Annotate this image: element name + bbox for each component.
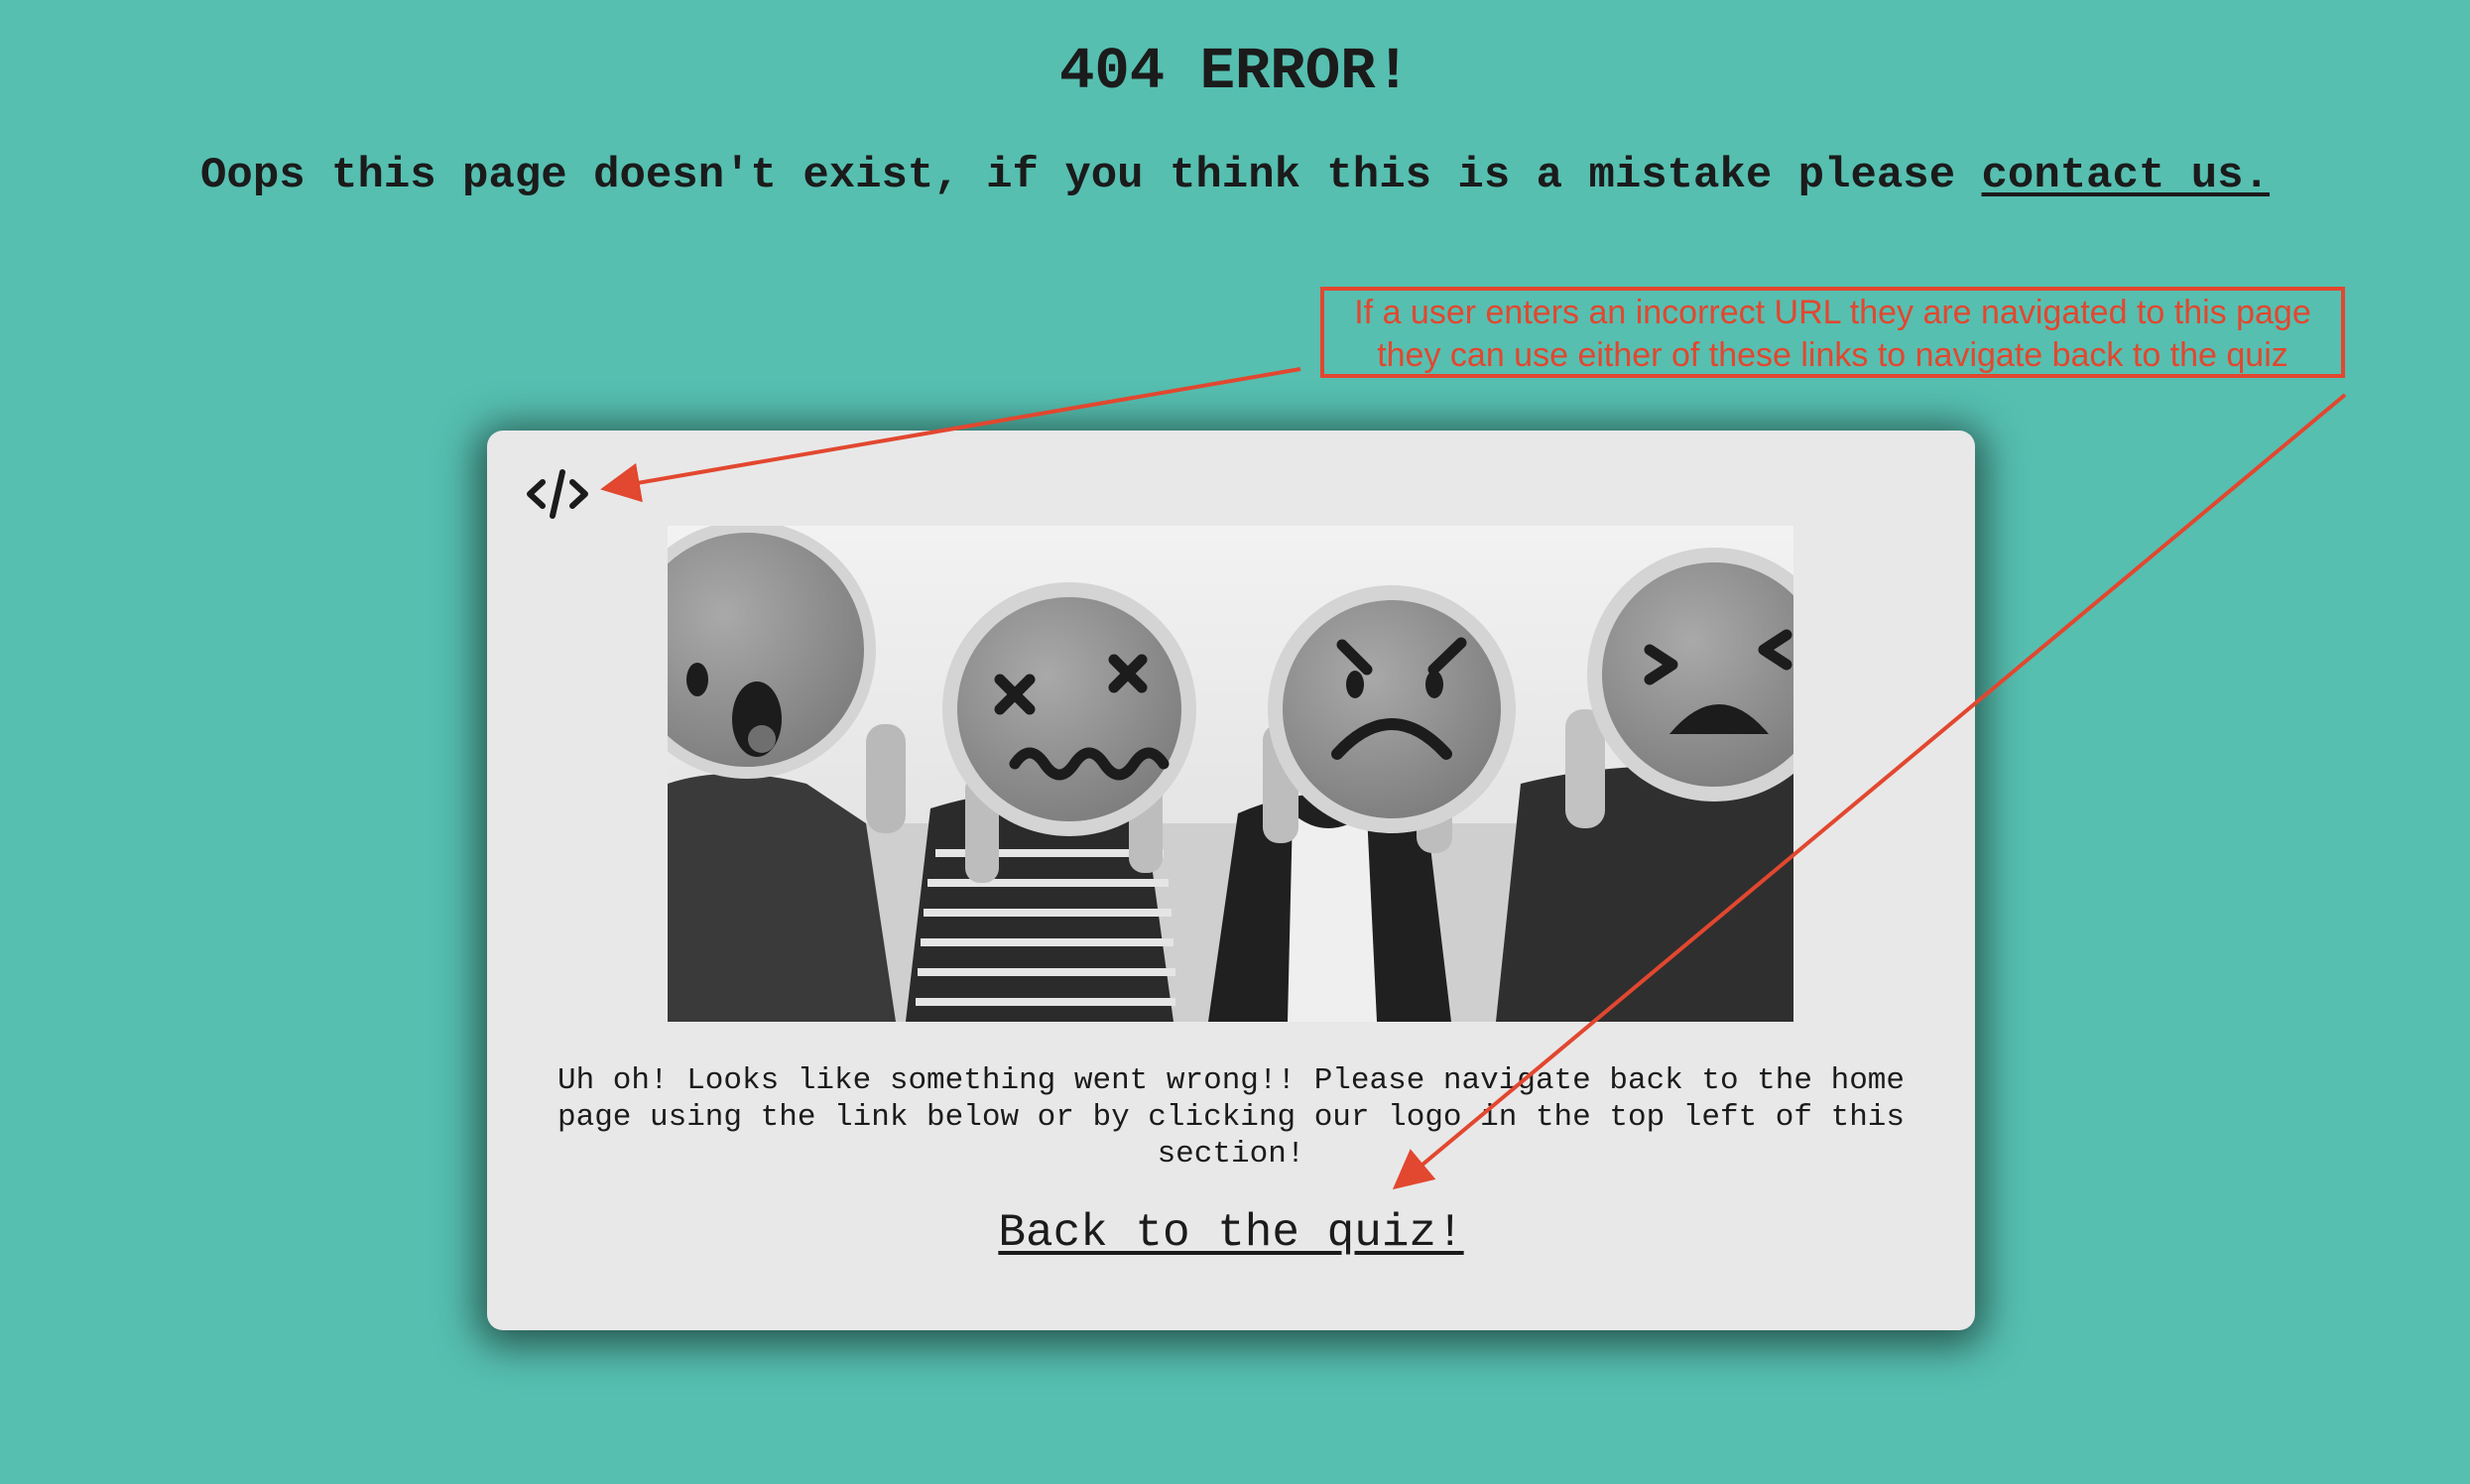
back-link-container: Back to the quiz! xyxy=(487,1206,1975,1260)
code-brackets-icon[interactable] xyxy=(525,466,590,522)
page-title: 404 ERROR! xyxy=(1058,39,1412,105)
contact-us-link[interactable]: contact us. xyxy=(1982,151,2270,200)
error-body-text: Uh oh! Looks like something went wrong!!… xyxy=(556,1063,1906,1172)
annotation-line-2: they can use either of these links to na… xyxy=(1377,336,2288,374)
error-message: Oops this page doesn't exist, if you thi… xyxy=(139,149,2331,202)
back-to-quiz-link[interactable]: Back to the quiz! xyxy=(998,1207,1463,1259)
annotation-line-1: If a user enters an incorrect URL they a… xyxy=(1354,294,2311,331)
error-card: Uh oh! Looks like something went wrong!!… xyxy=(487,431,1975,1330)
emoji-faces-photo xyxy=(668,526,1793,1022)
annotation-callout: If a user enters an incorrect URL they a… xyxy=(1320,287,2345,378)
error-message-text: Oops this page doesn't exist, if you thi… xyxy=(200,151,1982,200)
